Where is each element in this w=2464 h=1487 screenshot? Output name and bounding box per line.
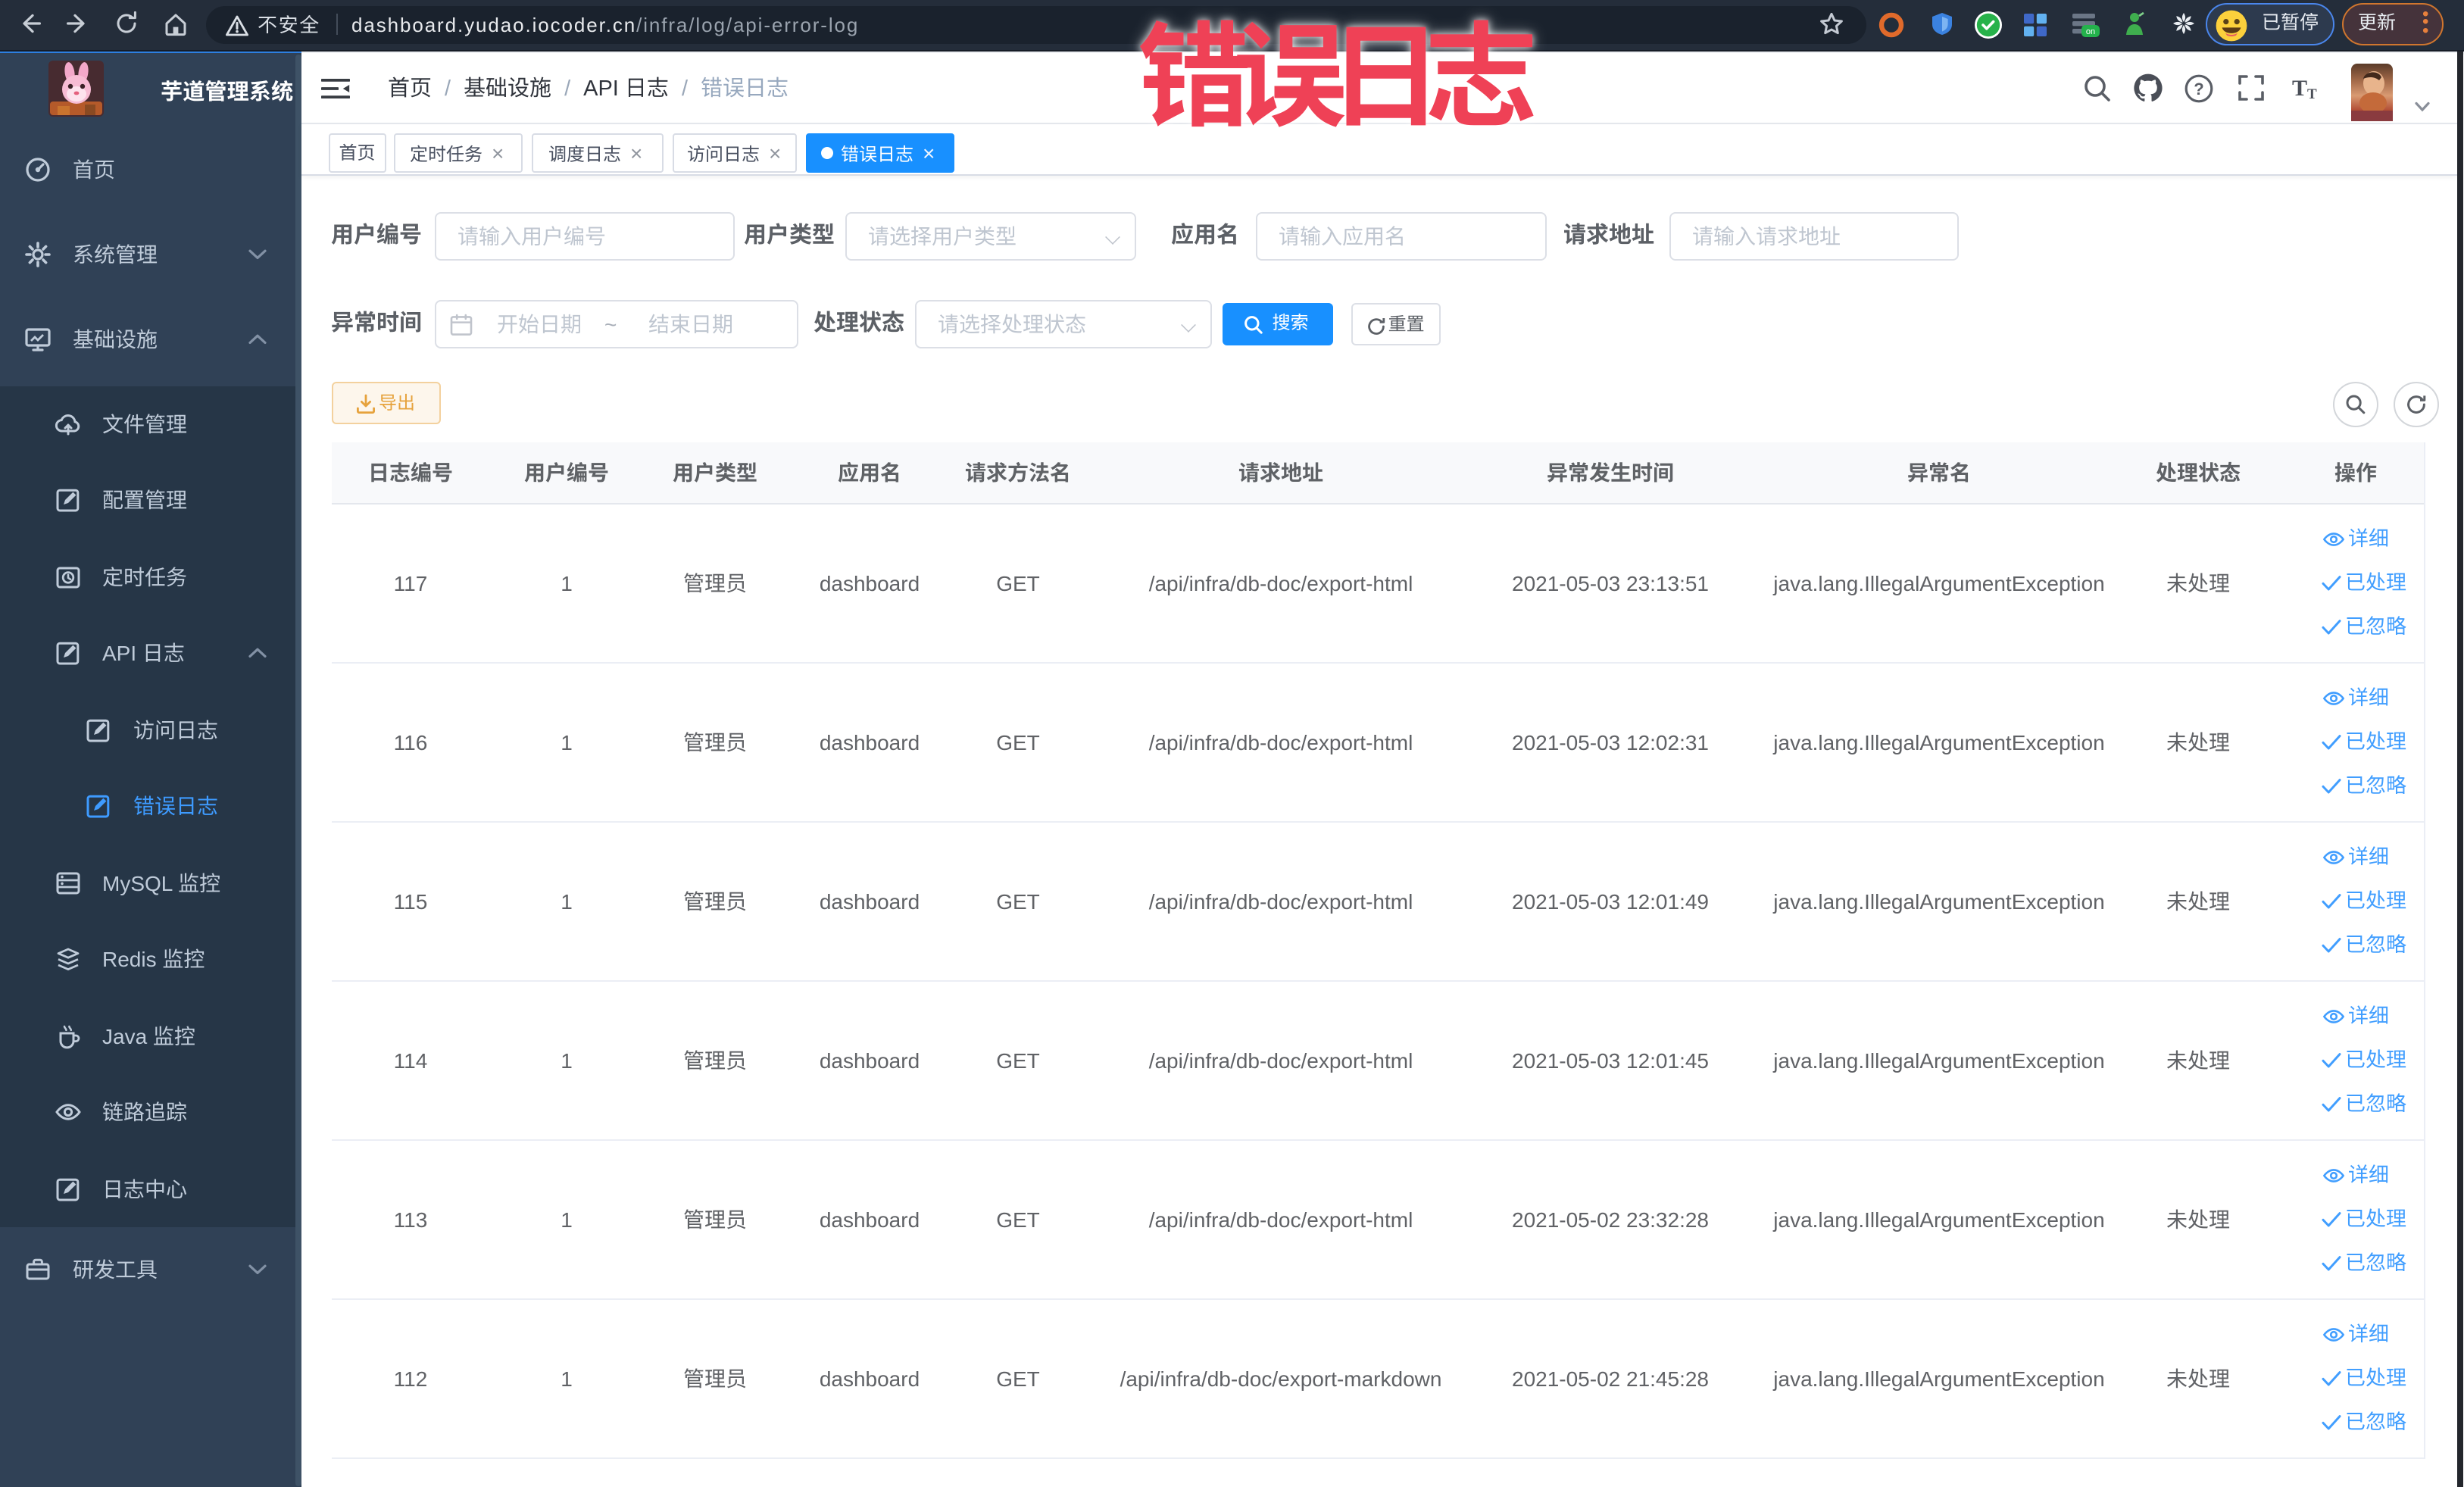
svg-text:?: ? — [2194, 79, 2203, 98]
svg-text:on: on — [2085, 27, 2094, 36]
svg-text:T: T — [2306, 86, 2316, 102]
svg-text:T: T — [2291, 76, 2306, 101]
